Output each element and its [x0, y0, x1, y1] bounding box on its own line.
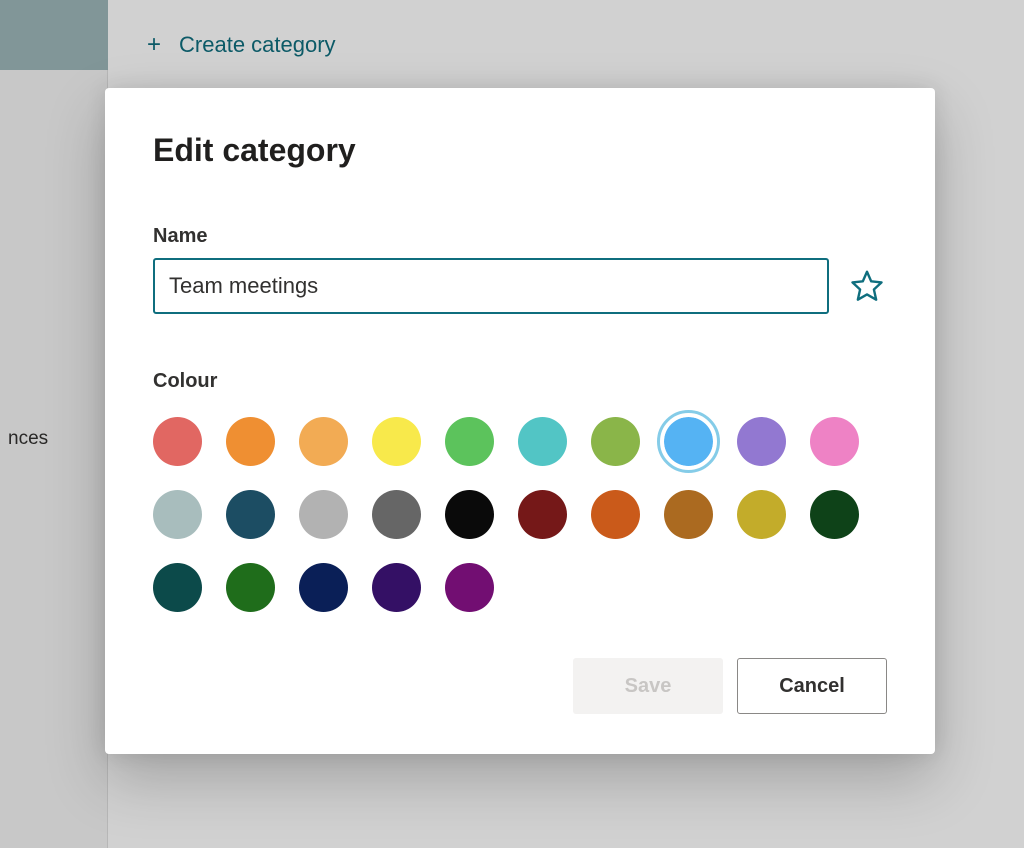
colour-swatch-teal[interactable]: [518, 417, 567, 466]
colour-swatch-dark-pink[interactable]: [445, 563, 494, 612]
colour-swatch-olive[interactable]: [591, 417, 640, 466]
colour-swatch-pink[interactable]: [810, 417, 859, 466]
colour-swatch-yellow[interactable]: [372, 417, 421, 466]
name-label: Name: [153, 225, 887, 248]
colour-swatch-brown[interactable]: [664, 490, 713, 539]
colour-swatch-red[interactable]: [153, 417, 202, 466]
edit-category-dialog: Edit category Name Colour Save Cancel: [105, 88, 935, 754]
colour-swatch-dark-grey[interactable]: [372, 490, 421, 539]
colour-swatch-dark-olive[interactable]: [226, 563, 275, 612]
colour-swatch-grey[interactable]: [299, 490, 348, 539]
colour-swatch-purple[interactable]: [737, 417, 786, 466]
cancel-button[interactable]: Cancel: [737, 658, 887, 714]
save-button[interactable]: Save: [573, 658, 723, 714]
colour-swatch-dark-green[interactable]: [810, 490, 859, 539]
colour-swatch-dark-yellow[interactable]: [737, 490, 786, 539]
colour-swatch-dark-teal[interactable]: [153, 563, 202, 612]
colour-swatch-dark-red[interactable]: [518, 490, 567, 539]
colour-swatches: [153, 417, 887, 612]
colour-swatch-green[interactable]: [445, 417, 494, 466]
colour-swatch-dark-blue[interactable]: [299, 563, 348, 612]
category-name-input[interactable]: [153, 258, 829, 314]
colour-swatch-black[interactable]: [445, 490, 494, 539]
colour-label: Colour: [153, 370, 887, 393]
dialog-title: Edit category: [153, 132, 887, 169]
colour-swatch-orange[interactable]: [226, 417, 275, 466]
colour-swatch-blue[interactable]: [664, 417, 713, 466]
dialog-actions: Save Cancel: [153, 658, 887, 714]
favorite-button[interactable]: [847, 266, 887, 306]
star-icon: [849, 268, 885, 304]
colour-swatch-dark-purple[interactable]: [372, 563, 421, 612]
colour-swatch-dark-orange[interactable]: [591, 490, 640, 539]
colour-swatch-dark-steel[interactable]: [226, 490, 275, 539]
colour-swatch-steel[interactable]: [153, 490, 202, 539]
colour-swatch-peach[interactable]: [299, 417, 348, 466]
